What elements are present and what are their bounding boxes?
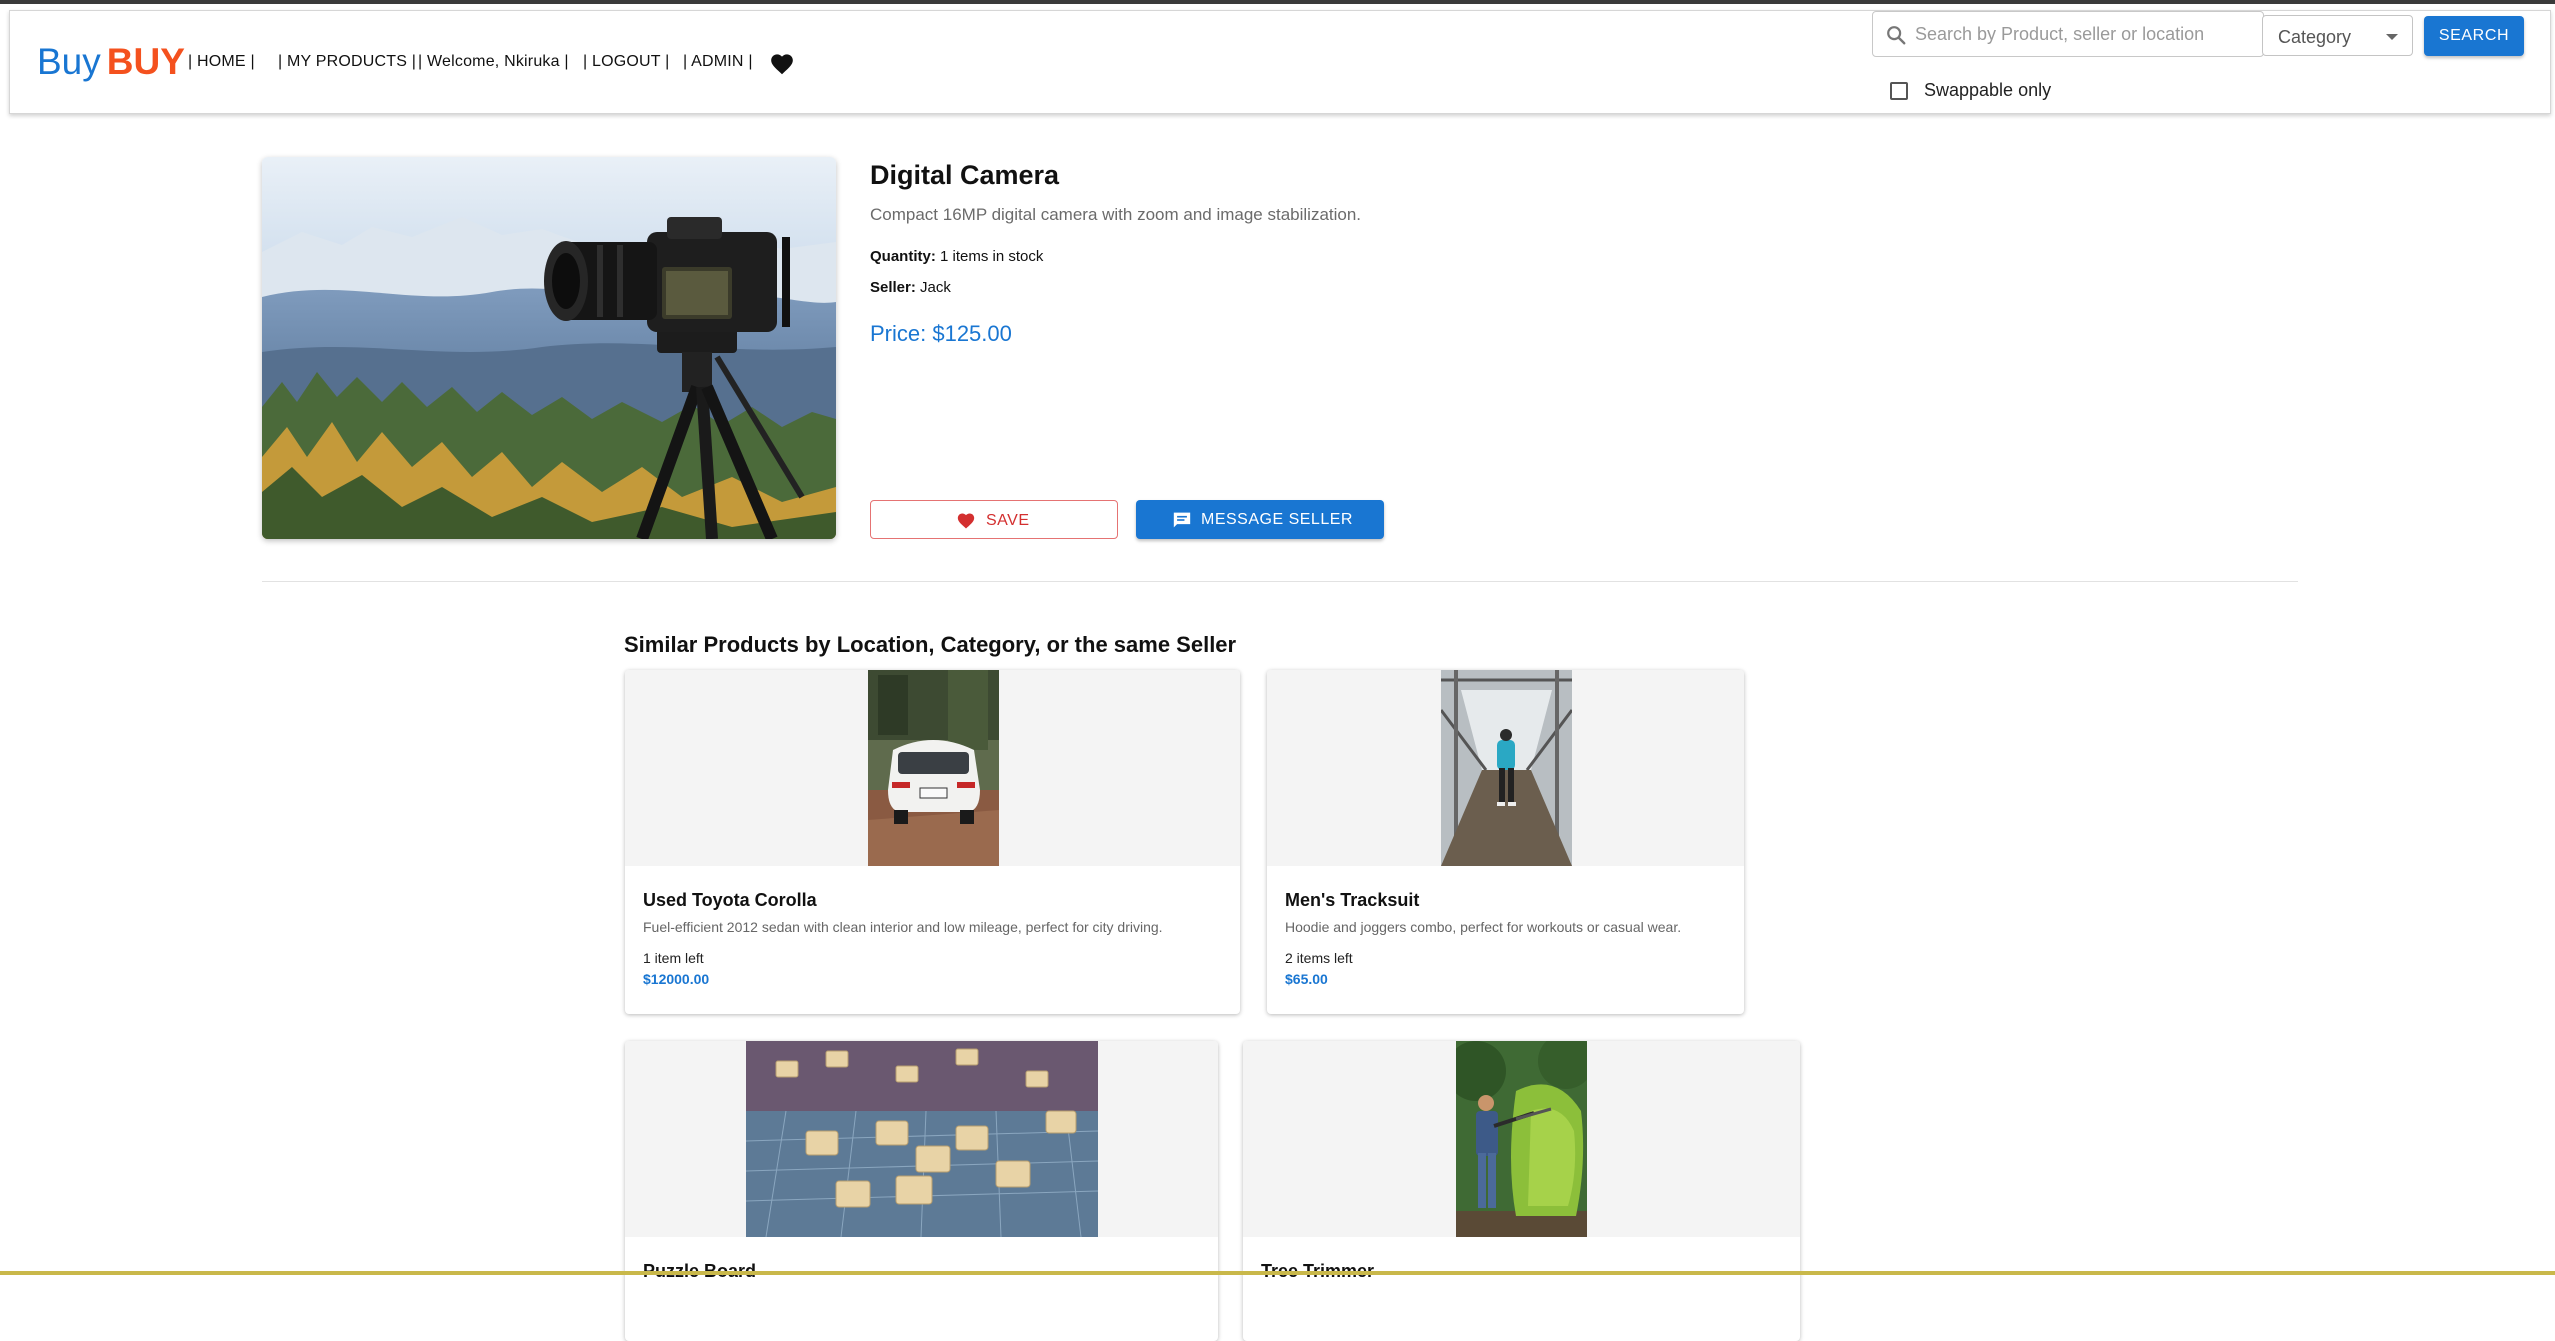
save-button-label: SAVE — [986, 512, 1030, 529]
nav-welcome-text: | Welcome, Nkiruka | — [418, 53, 569, 70]
product-card-image — [1267, 670, 1744, 866]
logo-part-2: BUY — [106, 41, 185, 82]
category-select[interactable]: Category — [2262, 15, 2413, 56]
seller-label: Seller: — [870, 279, 916, 296]
search-icon — [1885, 24, 1907, 46]
nav-admin-link[interactable]: | ADMIN | — [683, 53, 753, 71]
swappable-checkbox[interactable] — [1890, 82, 1908, 100]
message-seller-label: MESSAGE SELLER — [1201, 511, 1353, 528]
nav-my-products-link[interactable]: | MY PRODUCTS | — [278, 53, 416, 71]
seller-value: Jack — [920, 279, 951, 296]
product-card-description: Hoodie and joggers combo, perfect for wo… — [1285, 919, 1682, 935]
product-card-stock: 1 item left — [643, 950, 704, 966]
nav-home-link[interactable]: | HOME | — [188, 53, 255, 71]
app-header: Buy BUY | HOME | | MY PRODUCTS | | Welcom… — [9, 10, 2551, 114]
quantity-value: 1 items in stock — [940, 248, 1044, 265]
nav-logout-link[interactable]: | LOGOUT | — [583, 53, 669, 71]
chat-icon — [1173, 512, 1191, 528]
search-button[interactable]: SEARCH — [2424, 16, 2524, 56]
product-card[interactable]: Puzzle Board — [625, 1041, 1218, 1341]
brand-logo[interactable]: Buy BUY — [37, 41, 185, 83]
product-price: Price: $125.00 — [870, 321, 1012, 346]
product-seller: Seller: Jack — [870, 279, 951, 296]
similar-products-title: Similar Products by Location, Category, … — [624, 632, 1237, 657]
quantity-label: Quantity: — [870, 248, 936, 265]
swappable-label: Swappable only — [1924, 80, 2052, 100]
favorites-heart-icon[interactable] — [769, 51, 795, 75]
browser-bottom-edge — [0, 1271, 2555, 1275]
heart-icon — [957, 513, 975, 529]
product-card-image — [625, 1041, 1218, 1237]
message-seller-button[interactable]: MESSAGE SELLER — [1136, 500, 1384, 539]
product-card[interactable]: Used Toyota Corolla Fuel-efficient 2012 … — [625, 670, 1240, 1014]
browser-top-edge — [0, 0, 2555, 4]
product-card[interactable]: Men's Tracksuit Hoodie and joggers combo… — [1267, 670, 1744, 1014]
product-card[interactable]: Tree Trimmer — [1243, 1041, 1800, 1341]
product-card-price: $65.00 — [1285, 971, 1328, 987]
chevron-down-icon — [2386, 34, 2398, 40]
product-card-image — [1243, 1041, 1800, 1237]
product-card-image — [625, 670, 1240, 866]
category-select-label: Category — [2278, 27, 2352, 47]
product-quantity: Quantity: 1 items in stock — [870, 248, 1043, 265]
save-button[interactable]: SAVE — [870, 500, 1118, 539]
product-card-title: Used Toyota Corolla — [643, 890, 817, 910]
search-input[interactable] — [1915, 12, 2255, 56]
search-field[interactable] — [1872, 11, 2264, 57]
product-image — [262, 157, 836, 539]
product-card-price: $12000.00 — [643, 971, 710, 987]
product-card-description: Fuel-efficient 2012 sedan with clean int… — [643, 919, 1163, 935]
section-divider — [262, 581, 2298, 582]
logo-part-1: Buy — [37, 41, 101, 82]
product-description: Compact 16MP digital camera with zoom an… — [870, 205, 1362, 224]
product-card-stock: 2 items left — [1285, 950, 1353, 966]
product-title: Digital Camera — [870, 160, 1060, 190]
product-card-title: Men's Tracksuit — [1285, 890, 1420, 910]
